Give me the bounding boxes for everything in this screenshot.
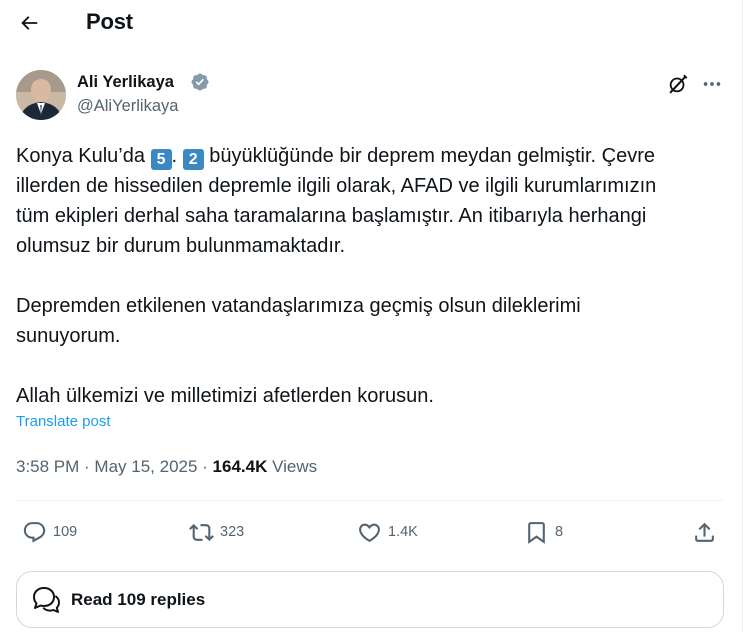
tweet-line: Depremden etkilenen vatandaşlarımıza geç… <box>16 295 581 317</box>
page-title: Post <box>86 9 133 34</box>
bookmark-button[interactable]: 8 <box>524 516 563 548</box>
chat-bubbles-icon <box>33 586 60 613</box>
tweet-text: Konya Kulu’da 5. 2 büyüklüğünde bir depr… <box>16 141 728 411</box>
tweet-line: Konya Kulu’da 5. 2 büyüklüğünde bir depr… <box>16 141 728 171</box>
tweet-text-segment: Konya Kulu’da <box>16 145 151 167</box>
tweet-line: Allah ülkemizi ve milletimizi afetlerden… <box>16 385 434 407</box>
grok-button[interactable] <box>664 70 692 98</box>
tweet-text-segment: . <box>171 145 183 167</box>
views-count: 164.4K <box>212 457 268 476</box>
reply-button[interactable]: 109 <box>22 516 77 548</box>
translate-post-link[interactable]: Translate post <box>16 413 111 430</box>
repost-icon <box>189 523 214 541</box>
divider <box>16 500 724 501</box>
verified-badge-icon <box>191 73 209 91</box>
repost-count: 323 <box>220 524 245 540</box>
reply-count: 109 <box>53 524 78 540</box>
post-date[interactable]: May 15, 2025 <box>94 457 197 476</box>
keycap-digit-five: 5 <box>150 149 172 170</box>
read-replies-label: Read 109 replies <box>71 589 206 609</box>
share-icon <box>695 522 714 542</box>
tweet-line: olumsuz bir durum bulunmamaktadır. <box>16 235 346 257</box>
more-icon <box>703 82 721 86</box>
like-count: 1.4K <box>388 524 418 540</box>
author-handle[interactable]: @AliYerlikaya <box>77 97 178 116</box>
tweet-line: tüm ekipleri derhal saha taramalarına ba… <box>16 205 647 227</box>
header: Post <box>0 0 742 46</box>
post-meta: 3:58 PM · May 15, 2025 · 164.4K Views <box>16 457 317 477</box>
more-button[interactable] <box>698 70 726 98</box>
column-border <box>742 0 743 632</box>
bookmark-icon <box>528 521 545 544</box>
like-button[interactable]: 1.4K <box>357 516 418 548</box>
tweet-line: illerden de hissedilen depremle ilgili o… <box>16 175 657 197</box>
avatar[interactable] <box>16 70 66 120</box>
like-icon <box>359 523 380 542</box>
meta-separator: · <box>197 457 213 476</box>
share-button[interactable] <box>692 516 717 548</box>
tweet-line: sunuyorum. <box>16 325 121 347</box>
keycap-digit-two: 2 <box>182 149 204 170</box>
tweet-text-segment: büyüklüğünde bir deprem meydan gelmiştir… <box>203 145 656 167</box>
repost-button[interactable]: 323 <box>189 516 244 548</box>
bookmark-count: 8 <box>555 524 564 540</box>
back-arrow-icon <box>21 16 38 30</box>
avatar-image <box>16 70 66 120</box>
author-name[interactable]: Ali Yerlikaya <box>77 73 174 92</box>
post-time[interactable]: 3:58 PM <box>16 457 79 476</box>
grok-icon <box>669 74 688 94</box>
views-label: Views <box>267 457 318 476</box>
meta-separator: · <box>79 457 95 476</box>
back-button[interactable] <box>12 6 46 40</box>
reply-icon <box>23 521 46 543</box>
read-replies-button[interactable]: Read 109 replies <box>16 571 724 628</box>
